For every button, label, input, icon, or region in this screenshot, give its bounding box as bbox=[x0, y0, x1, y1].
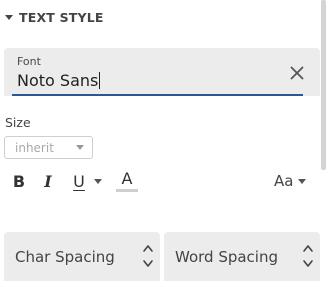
word-spacing-input[interactable]: Word Spacing bbox=[164, 232, 320, 281]
text-case-label: Aa bbox=[274, 172, 294, 190]
chevron-up-down-icon[interactable] bbox=[302, 240, 314, 272]
font-input-value: Noto Sans bbox=[17, 71, 99, 90]
size-label: Size bbox=[5, 115, 31, 130]
font-color-swatch bbox=[116, 188, 138, 192]
dropdown-arrow-icon bbox=[94, 178, 102, 184]
panel-scrollbar[interactable] bbox=[321, 0, 326, 170]
font-input[interactable]: Noto Sans bbox=[17, 71, 101, 90]
font-field-label: Font bbox=[17, 55, 41, 68]
dropdown-arrow-icon bbox=[76, 145, 84, 150]
font-color-button[interactable]: A bbox=[116, 170, 138, 192]
text-style-section-header[interactable]: TEXT STYLE bbox=[5, 8, 104, 26]
dropdown-arrow-icon bbox=[298, 178, 307, 184]
italic-button[interactable]: I bbox=[40, 170, 56, 192]
char-spacing-input[interactable]: Char Spacing bbox=[4, 232, 160, 281]
underline-button[interactable]: U bbox=[70, 170, 88, 192]
text-cursor bbox=[99, 72, 101, 89]
text-case-dropdown[interactable]: Aa bbox=[274, 170, 314, 192]
clear-font-button[interactable] bbox=[286, 62, 308, 84]
font-color-icon: A bbox=[121, 168, 133, 188]
size-select[interactable]: inherit bbox=[4, 136, 93, 159]
size-select-value: inherit bbox=[15, 140, 54, 155]
char-spacing-label: Char Spacing bbox=[15, 248, 115, 266]
chevron-up-down-icon[interactable] bbox=[142, 240, 154, 272]
font-field-focus-underline bbox=[12, 94, 303, 96]
caret-down-icon bbox=[5, 14, 13, 20]
word-spacing-label: Word Spacing bbox=[175, 248, 279, 266]
bold-button[interactable]: B bbox=[10, 170, 28, 192]
close-icon bbox=[290, 66, 304, 80]
section-title: TEXT STYLE bbox=[19, 9, 104, 25]
underline-options-dropdown[interactable] bbox=[93, 170, 103, 192]
